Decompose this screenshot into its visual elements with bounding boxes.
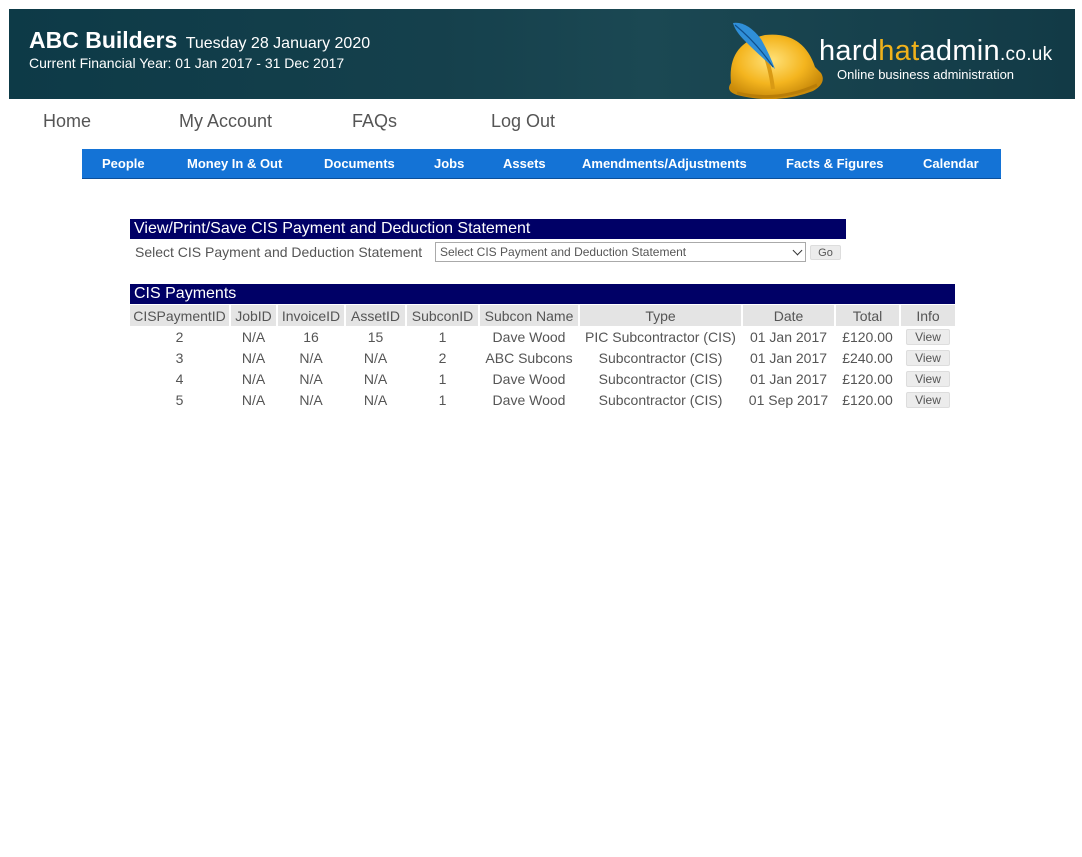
cell-subconid: 1 xyxy=(438,391,447,408)
cell-date: 01 Jan 2017 xyxy=(749,349,828,366)
nav-home[interactable]: Home xyxy=(43,111,91,132)
cell-invoiceid: N/A xyxy=(299,349,323,366)
col-jobid: JobID xyxy=(231,305,276,326)
cell-assetid: N/A xyxy=(363,370,388,387)
table-row: 4 N/A N/A N/A 1 Dave Wood Subcontractor … xyxy=(130,368,955,389)
logo-tld: .co.uk xyxy=(999,44,1053,65)
col-subcon-name: Subcon Name xyxy=(480,305,578,326)
statement-select[interactable]: Select CIS Payment and Deduction Stateme… xyxy=(435,242,806,262)
table-row: 3 N/A N/A N/A 2 ABC Subcons Subcontracto… xyxy=(130,347,955,368)
cell-subcon-name: ABC Subcons xyxy=(485,349,573,366)
cell-subconid: 1 xyxy=(438,370,447,387)
view-button[interactable]: View xyxy=(906,392,950,408)
col-total: Total xyxy=(836,305,899,326)
cell-date: 01 Jan 2017 xyxy=(749,328,828,345)
cell-assetid: N/A xyxy=(363,391,388,408)
cell-jobid: N/A xyxy=(241,370,266,387)
cell-cispaymentid: 5 xyxy=(175,391,184,408)
cell-jobid: N/A xyxy=(241,349,266,366)
logo-wordmark: hardhatadmin.co.uk xyxy=(819,35,1052,68)
view-button[interactable]: View xyxy=(906,350,950,366)
cell-type: Subcontractor (CIS) xyxy=(598,370,723,387)
statement-select-value: Select CIS Payment and Deduction Stateme… xyxy=(440,245,687,259)
menu-facts-figures[interactable]: Facts & Figures xyxy=(786,156,884,171)
menu-jobs[interactable]: Jobs xyxy=(434,156,464,171)
menu-amendments-adjustments[interactable]: Amendments/Adjustments xyxy=(582,156,747,171)
nav-faqs[interactable]: FAQs xyxy=(352,111,397,132)
table-row: 5 N/A N/A N/A 1 Dave Wood Subcontractor … xyxy=(130,389,955,410)
cell-info: View xyxy=(901,368,955,389)
menu-calendar[interactable]: Calendar xyxy=(923,156,979,171)
current-date: Tuesday 28 January 2020 xyxy=(185,35,371,52)
menu-people[interactable]: People xyxy=(102,156,145,171)
cell-assetid: 15 xyxy=(367,328,384,345)
table-header-row: CISPaymentID JobID InvoiceID AssetID Sub… xyxy=(130,305,955,326)
cell-type: Subcontractor (CIS) xyxy=(598,391,723,408)
site-header: ABC Builders Tuesday 28 January 2020 Cur… xyxy=(9,9,1075,99)
chevron-down-icon xyxy=(792,245,803,256)
cell-date: 01 Sep 2017 xyxy=(748,391,829,408)
logo-hat: hat xyxy=(878,35,920,67)
cell-subcon-name: Dave Wood xyxy=(492,370,566,387)
cell-type: PIC Subcontractor (CIS) xyxy=(585,328,736,345)
col-info: Info xyxy=(901,305,955,326)
col-date: Date xyxy=(743,305,834,326)
cis-payments-table: CISPaymentID JobID InvoiceID AssetID Sub… xyxy=(128,305,957,410)
menu-money-in-out[interactable]: Money In & Out xyxy=(187,156,282,171)
cell-invoiceid: N/A xyxy=(299,370,323,387)
go-button[interactable]: Go xyxy=(810,245,841,260)
cell-cispaymentid: 3 xyxy=(175,349,184,366)
table-row: 2 N/A 16 15 1 Dave Wood PIC Subcontracto… xyxy=(130,326,955,347)
brand: ABC Builders Tuesday 28 January 2020 xyxy=(29,27,370,54)
menu-documents[interactable]: Documents xyxy=(324,156,395,171)
main-nav: People Money In & Out Documents Jobs Ass… xyxy=(82,149,1001,179)
cell-type: Subcontractor (CIS) xyxy=(598,349,723,366)
cell-jobid: N/A xyxy=(241,328,266,345)
col-subconid: SubconID xyxy=(407,305,478,326)
statement-select-label: Select CIS Payment and Deduction Stateme… xyxy=(135,244,423,260)
cell-subconid: 2 xyxy=(438,349,447,366)
col-invoiceid: InvoiceID xyxy=(278,305,344,326)
cell-info: View xyxy=(901,347,955,368)
cell-total: £120.00 xyxy=(842,370,893,387)
cis-payments-title: CIS Payments xyxy=(130,284,955,304)
nav-log-out[interactable]: Log Out xyxy=(491,111,555,132)
logo-admin: admin xyxy=(919,35,1000,67)
menu-assets[interactable]: Assets xyxy=(503,156,546,171)
view-button[interactable]: View xyxy=(906,329,950,345)
cell-jobid: N/A xyxy=(241,391,266,408)
col-type: Type xyxy=(580,305,741,326)
cell-subconid: 1 xyxy=(438,328,447,345)
cell-subcon-name: Dave Wood xyxy=(492,391,566,408)
cell-invoiceid: 16 xyxy=(303,328,319,345)
cell-invoiceid: N/A xyxy=(299,391,323,408)
view-button[interactable]: View xyxy=(906,371,950,387)
company-name: ABC Builders xyxy=(29,27,178,53)
cell-subcon-name: Dave Wood xyxy=(492,328,566,345)
logo-hard: hard xyxy=(819,35,879,67)
cell-cispaymentid: 2 xyxy=(175,328,184,345)
cell-info: View xyxy=(901,389,955,410)
cell-total: £120.00 xyxy=(842,391,893,408)
logo-tagline: Online business administration xyxy=(837,67,1015,82)
cell-total: £120.00 xyxy=(842,328,893,345)
statement-panel-title: View/Print/Save CIS Payment and Deductio… xyxy=(130,219,846,239)
nav-my-account[interactable]: My Account xyxy=(179,111,272,132)
cell-total: £240.00 xyxy=(842,349,893,366)
col-cispaymentid: CISPaymentID xyxy=(130,305,229,326)
cell-cispaymentid: 4 xyxy=(175,370,184,387)
cell-date: 01 Jan 2017 xyxy=(749,370,828,387)
cell-assetid: N/A xyxy=(363,349,388,366)
col-assetid: AssetID xyxy=(346,305,405,326)
cell-info: View xyxy=(901,326,955,347)
financial-year: Current Financial Year: 01 Jan 2017 - 31… xyxy=(29,55,345,71)
